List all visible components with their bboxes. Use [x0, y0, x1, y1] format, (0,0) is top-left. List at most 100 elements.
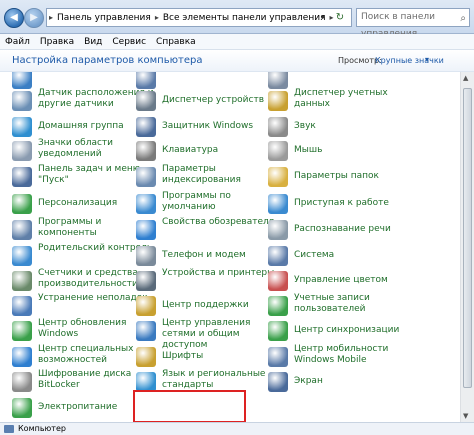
phone-modem-icon — [136, 246, 156, 266]
breadcrumb-root-chevron[interactable]: ▸ — [47, 13, 55, 22]
forward-arrow-icon: ▶ — [30, 12, 38, 23]
vertical-scrollbar[interactable]: ▲ ▼ — [460, 72, 474, 422]
item-label[interactable]: Приступая к работе — [294, 198, 416, 209]
default-programs-icon — [136, 194, 156, 214]
indexing-icon — [136, 167, 156, 187]
sync-center-icon — [268, 321, 288, 341]
menu-view[interactable]: Вид — [79, 37, 107, 47]
mobility-icon — [268, 347, 288, 367]
device-manager-icon — [136, 91, 156, 111]
refresh-icon[interactable]: ↻ — [332, 9, 348, 26]
breadcrumb-all-items[interactable]: Все элементы панели управления — [161, 13, 328, 23]
programs-icon — [12, 220, 32, 240]
item-label[interactable]: Управление цветом — [294, 275, 416, 286]
color-management-icon — [268, 271, 288, 291]
credential-icon — [268, 91, 288, 111]
address-field[interactable]: ▸ Панель управления ▸ Все элементы панел… — [46, 8, 352, 27]
date-time-icon — [268, 72, 288, 89]
item-label[interactable]: Учетные записи пользователей — [294, 293, 416, 315]
breadcrumb-chevron[interactable]: ▸ — [153, 13, 161, 22]
control-panel-item[interactable]: Параметры индексирования — [136, 164, 284, 194]
item-label[interactable]: Мышь — [294, 145, 416, 156]
scroll-thumb[interactable] — [463, 88, 472, 388]
item-label[interactable]: Шрифты — [162, 351, 284, 362]
item-label[interactable]: Защитник Windows — [162, 121, 284, 132]
content-header: Настройка параметров компьютера Просмотр… — [0, 50, 474, 72]
windows-update-icon — [12, 321, 32, 341]
troubleshoot-icon — [12, 296, 32, 316]
item-label[interactable]: Клавиатура — [162, 145, 284, 156]
parental-icon — [12, 246, 32, 266]
control-panel-item[interactable]: Параметры папок — [268, 164, 416, 194]
item-label[interactable]: Свойства обозревателя — [162, 217, 284, 228]
address-bar-area: ◀ ▶ ▸ Панель управления ▸ Все элементы п… — [0, 0, 474, 39]
computer-icon — [4, 425, 14, 433]
control-panel-item[interactable]: Экран — [268, 369, 416, 399]
item-label[interactable]: Программы по умолчанию — [162, 191, 284, 213]
item-label[interactable]: Система — [294, 250, 416, 261]
items-grid: ВосстановлениеДатчик расположения и друг… — [0, 72, 460, 422]
speech-icon — [268, 220, 288, 240]
notification-icon — [12, 141, 32, 161]
item-label[interactable]: Экран — [294, 376, 416, 387]
devices-printers-icon — [136, 271, 156, 291]
folder-options-icon — [268, 167, 288, 187]
status-text: Компьютер — [18, 424, 66, 433]
chevron-down-icon[interactable]: ▾ — [425, 55, 429, 64]
region-language-icon — [136, 372, 156, 392]
getting-started-icon — [268, 194, 288, 214]
performance-icon — [12, 271, 32, 291]
breadcrumb-control-panel[interactable]: Панель управления — [55, 13, 153, 23]
item-label[interactable]: Распознавание речи — [294, 224, 416, 235]
item-label[interactable]: Диспетчер устройств — [162, 95, 284, 106]
keyboard-icon — [136, 141, 156, 161]
control-panel-window: ◀ ▶ ▸ Панель управления ▸ Все элементы п… — [0, 0, 474, 435]
forward-button[interactable]: ▶ — [24, 8, 44, 28]
power-icon — [12, 398, 32, 418]
sensor-icon — [12, 91, 32, 111]
scroll-down-icon[interactable]: ▼ — [463, 412, 468, 420]
action-center-icon — [136, 296, 156, 316]
menu-tools[interactable]: Сервис — [107, 37, 151, 47]
menu-file[interactable]: Файл — [0, 37, 35, 47]
item-label[interactable]: Центр синхронизации — [294, 325, 416, 336]
item-label[interactable]: Параметры папок — [294, 171, 416, 182]
status-bar: Компьютер — [0, 422, 474, 435]
fonts-icon — [136, 347, 156, 367]
item-label[interactable]: Дата и время — [294, 72, 416, 73]
menu-edit[interactable]: Правка — [35, 37, 79, 47]
display-icon — [268, 372, 288, 392]
back-button[interactable]: ◀ — [4, 8, 24, 28]
view-mode-dropdown[interactable]: Крупные значки — [375, 56, 444, 65]
back-arrow-icon: ◀ — [10, 12, 18, 23]
selection-highlight — [133, 390, 246, 422]
item-label[interactable]: Устройства и принтеры — [162, 268, 284, 279]
item-label[interactable]: Центр поддержки — [162, 300, 284, 311]
bitlocker-icon — [12, 372, 32, 392]
system-icon — [268, 246, 288, 266]
item-label[interactable]: Диспетчер учетных данных — [294, 88, 416, 110]
item-label[interactable]: Гаджеты рабочего стола — [162, 72, 284, 73]
item-label[interactable]: Звук — [294, 121, 416, 132]
accessibility-icon — [12, 347, 32, 367]
menu-bar: Файл Правка Вид Сервис Справка — [0, 34, 474, 50]
mouse-icon — [268, 141, 288, 161]
taskbar-icon — [12, 167, 32, 187]
item-label[interactable]: Центр мобильности Windows Mobile — [294, 344, 416, 366]
recovery-icon — [12, 72, 32, 89]
menu-help[interactable]: Справка — [151, 37, 201, 47]
search-icon[interactable]: ⌕ — [460, 10, 466, 27]
sound-icon — [268, 117, 288, 137]
scroll-up-icon[interactable]: ▲ — [463, 74, 468, 82]
address-dropdown-icon[interactable]: ▾ — [317, 9, 329, 26]
page-title: Настройка параметров компьютера — [12, 55, 203, 66]
personalization-icon — [12, 194, 32, 214]
homegroup-icon — [12, 117, 32, 137]
network-icon — [136, 321, 156, 341]
search-input[interactable]: Поиск в панели управления ⌕ — [356, 8, 470, 39]
gadgets-icon — [136, 72, 156, 89]
item-label[interactable]: Телефон и модем — [162, 250, 284, 261]
item-label[interactable]: Язык и региональные стандарты — [162, 369, 284, 391]
defender-icon — [136, 117, 156, 137]
item-label[interactable]: Параметры индексирования — [162, 164, 284, 186]
